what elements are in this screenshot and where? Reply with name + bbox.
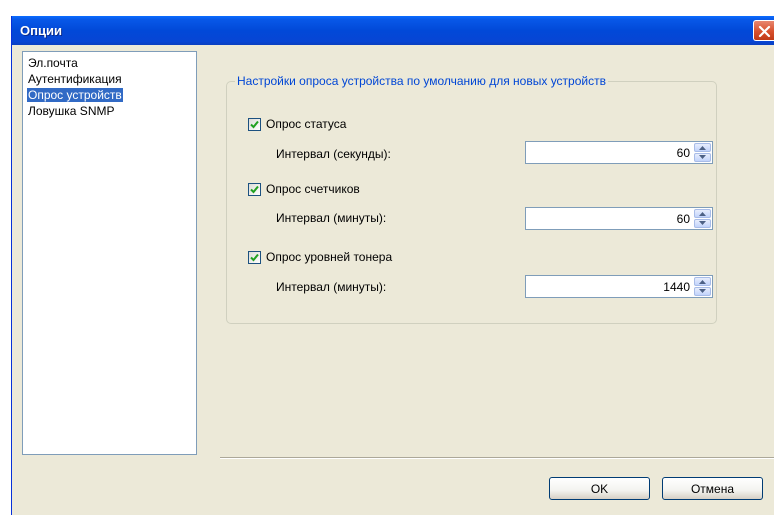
counter-interval-label: Интервал (минуты):	[276, 211, 387, 225]
nav-item-snmp-trap[interactable]: Ловушка SNMP	[23, 103, 196, 119]
spin-down-button[interactable]	[694, 287, 711, 296]
close-button[interactable]	[753, 20, 774, 41]
spin-up-button[interactable]	[694, 277, 711, 286]
options-category-list[interactable]: Эл.почта Аутентификация Опрос устройств …	[22, 51, 197, 455]
checkbox-label: Опрос уровней тонера	[266, 250, 393, 264]
checkmark-icon	[250, 253, 259, 262]
arrow-down-icon	[699, 221, 706, 225]
checkbox-box[interactable]	[248, 251, 261, 264]
nav-item-email[interactable]: Эл.почта	[23, 55, 196, 71]
arrow-up-icon	[699, 212, 706, 216]
checkbox-box[interactable]	[248, 183, 261, 196]
spin-down-button[interactable]	[694, 153, 711, 162]
arrow-down-icon	[699, 155, 706, 159]
nav-item-label: Опрос устройств	[27, 88, 123, 102]
arrow-up-icon	[699, 146, 706, 150]
status-interval-label: Интервал (секунды):	[276, 147, 391, 161]
group-title: Настройки опроса устройства по умолчанию…	[235, 74, 608, 88]
spinner-buttons	[694, 143, 711, 162]
toner-interval-label: Интервал (минуты):	[276, 280, 387, 294]
arrow-down-icon	[699, 289, 706, 293]
footer-separator	[220, 457, 774, 459]
status-interval-spinner[interactable]	[525, 141, 713, 164]
checkbox-label: Опрос счетчиков	[266, 182, 360, 196]
spinner-buttons	[694, 209, 711, 228]
nav-item-authentication[interactable]: Аутентификация	[23, 71, 196, 87]
nav-item-label: Эл.почта	[28, 56, 78, 70]
counter-interval-input[interactable]	[526, 208, 692, 229]
toner-interval-spinner[interactable]	[525, 275, 713, 298]
counter-interval-spinner[interactable]	[525, 207, 713, 230]
cancel-button[interactable]: Отмена	[662, 477, 763, 500]
spinner-buttons	[694, 277, 711, 296]
ok-button[interactable]: OK	[549, 477, 650, 500]
title-bar[interactable]: Опции	[12, 16, 774, 45]
spin-up-button[interactable]	[694, 143, 711, 152]
arrow-up-icon	[699, 280, 706, 284]
spin-up-button[interactable]	[694, 209, 711, 218]
nav-item-label: Ловушка SNMP	[28, 104, 115, 118]
checkbox-box[interactable]	[248, 118, 261, 131]
checkbox-label: Опрос статуса	[266, 117, 347, 131]
nav-item-device-polling[interactable]: Опрос устройств	[23, 87, 196, 103]
nav-item-label: Аутентификация	[28, 72, 122, 86]
close-icon	[758, 25, 771, 38]
status-interval-input[interactable]	[526, 142, 692, 163]
spin-down-button[interactable]	[694, 219, 711, 228]
toner-interval-input[interactable]	[526, 276, 692, 297]
window-title: Опции	[20, 23, 62, 38]
checkmark-icon	[250, 185, 259, 194]
checkmark-icon	[250, 120, 259, 129]
